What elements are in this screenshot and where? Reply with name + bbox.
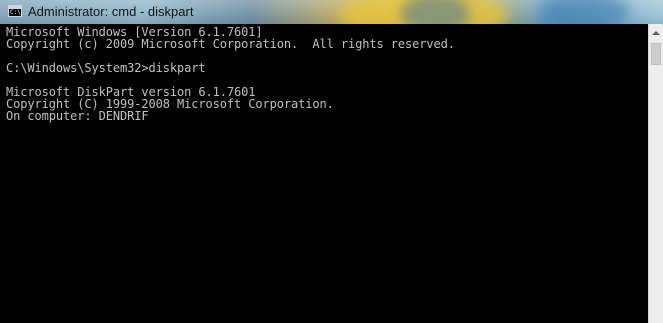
vertical-scrollbar[interactable]: [648, 24, 663, 323]
console-line: On computer: DENDRIF: [6, 109, 149, 123]
cmd-icon[interactable]: C:\: [8, 5, 22, 17]
cmd-window: C:\ Administrator: cmd - diskpart Micros…: [0, 0, 663, 323]
cmd-icon-label: C:\: [10, 9, 21, 16]
scroll-up-button[interactable]: [649, 24, 663, 41]
title-bar-wallpaper-blue: [540, 0, 630, 24]
console-line: C:\Windows\System32>diskpart: [6, 61, 206, 75]
arrow-up-icon: [652, 30, 660, 35]
console-line: Copyright (c) 2009 Microsoft Corporation…: [6, 37, 455, 51]
title-bar[interactable]: C:\ Administrator: cmd - diskpart: [0, 0, 663, 24]
window-title: Administrator: cmd - diskpart: [28, 4, 194, 19]
scroll-thumb[interactable]: [651, 43, 661, 65]
title-bar-wallpaper-shade: [400, 0, 470, 24]
console-output[interactable]: Microsoft Windows [Version 6.1.7601] Cop…: [0, 24, 648, 323]
